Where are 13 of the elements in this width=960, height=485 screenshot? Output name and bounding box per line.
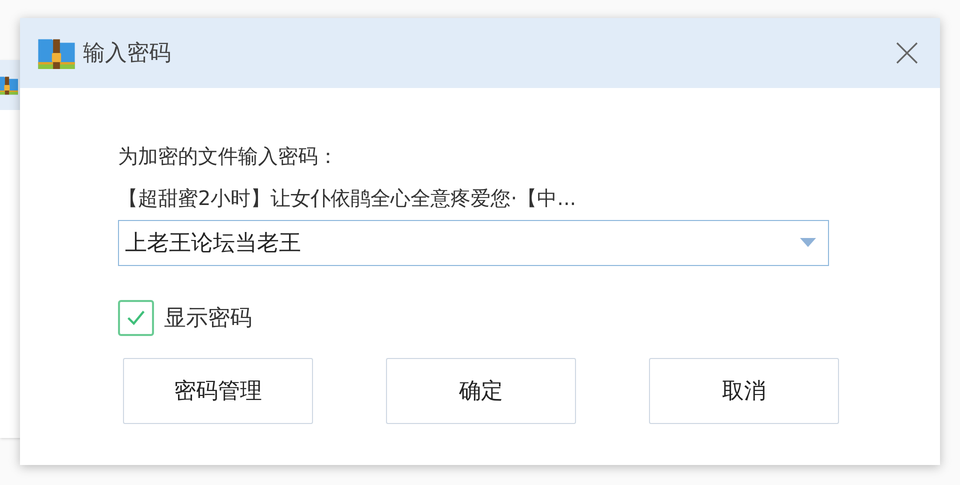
dialog-button[interactable]: 确定: [386, 358, 576, 424]
archive-icon: [38, 37, 75, 69]
prompt-text: 为加密的文件输入密码：: [118, 143, 339, 170]
password-field[interactable]: 上老王论坛当老王: [118, 220, 829, 266]
show-password-checkbox[interactable]: [118, 300, 154, 336]
file-name: 【超甜蜜2小时】让女仆依鹃全心全意疼爱您·【中...: [118, 185, 578, 212]
archive-icon: [0, 74, 18, 96]
checkbox-label: 显示密码: [164, 304, 252, 332]
dialog-button[interactable]: 密码管理: [123, 358, 313, 424]
password-input: 上老王论坛当老王: [125, 226, 800, 260]
window-title: 输入密码: [83, 40, 171, 68]
dropdown-arrow-icon: [800, 238, 816, 248]
dialog-button[interactable]: 取消: [649, 358, 839, 424]
